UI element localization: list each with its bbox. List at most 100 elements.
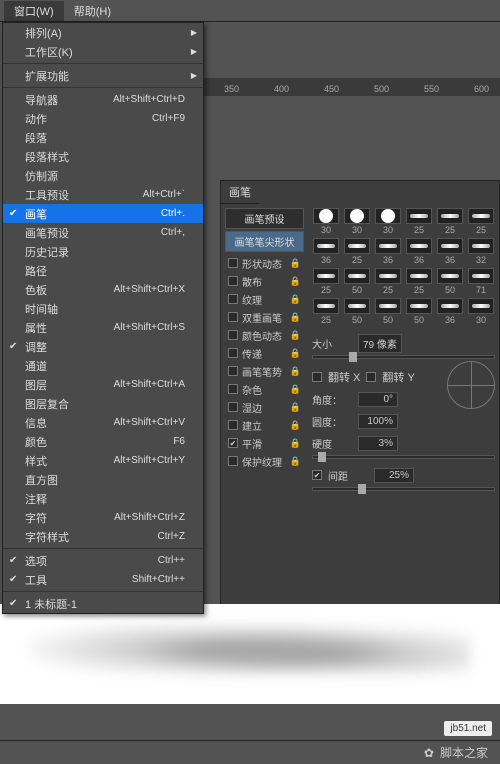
brush-tip-cell[interactable]: 30	[312, 208, 340, 235]
brush-tip-cell[interactable]: 71	[467, 268, 495, 295]
menu-char-styles[interactable]: 字符样式Ctrl+Z	[3, 527, 203, 546]
brush-tip-cell[interactable]: 25	[405, 268, 433, 295]
menu-tools[interactable]: ✔工具Shift+Ctrl++	[3, 570, 203, 589]
brush-tip-cell[interactable]: 36	[405, 238, 433, 265]
window-menu-dropdown: 排列(A)▶ 工作区(K)▶ 扩展功能▶ 导航器Alt+Shift+Ctrl+D…	[2, 22, 204, 614]
menu-timeline[interactable]: 时间轴	[3, 299, 203, 318]
brush-tip-cell[interactable]: 32	[467, 238, 495, 265]
roundness-label: 圆度：	[312, 414, 352, 429]
brush-tip-cell[interactable]: 30	[343, 208, 371, 235]
checkbox-icon[interactable]	[228, 294, 238, 304]
menu-color[interactable]: 颜色F6	[3, 432, 203, 451]
flip-x-checkbox[interactable]	[312, 372, 322, 382]
brush-tip-cell[interactable]: 25	[405, 208, 433, 235]
menu-notes[interactable]: 注释	[3, 489, 203, 508]
checkbox-icon[interactable]	[228, 456, 238, 466]
brush-tip-cell[interactable]: 25	[374, 268, 402, 295]
brush-tip-cell[interactable]: 36	[436, 238, 464, 265]
opt-dual-brush[interactable]: 双重画笔🔒	[225, 308, 304, 326]
opt-shape-dynamics[interactable]: 形状动态🔒	[225, 254, 304, 272]
roundness-input[interactable]: 100%	[358, 414, 398, 429]
brush-tip-shape-button[interactable]: 画笔笔尖形状	[225, 231, 304, 252]
menu-brush-presets[interactable]: 画笔预设Ctrl+,	[3, 223, 203, 242]
checkbox-icon[interactable]	[228, 312, 238, 322]
hardness-slider[interactable]	[312, 455, 495, 459]
menu-layers[interactable]: 图层Alt+Shift+Ctrl+A	[3, 375, 203, 394]
menu-styles[interactable]: 样式Alt+Shift+Ctrl+Y	[3, 451, 203, 470]
size-slider[interactable]	[312, 355, 495, 359]
brush-tip-cell[interactable]: 36	[374, 238, 402, 265]
opt-wet-edges[interactable]: 湿边🔒	[225, 398, 304, 416]
menu-swatches[interactable]: 色板Alt+Shift+Ctrl+X	[3, 280, 203, 299]
opt-transfer[interactable]: 传递🔒	[225, 344, 304, 362]
menu-window[interactable]: 窗口(W)	[4, 1, 64, 21]
menu-paths[interactable]: 路径	[3, 261, 203, 280]
brush-presets-button[interactable]: 画笔预设	[225, 208, 304, 229]
size-input[interactable]: 79 像素	[358, 334, 402, 353]
checkbox-icon[interactable]	[228, 276, 238, 286]
menu-workspace[interactable]: 工作区(K)▶	[3, 42, 203, 61]
checkbox-icon[interactable]	[228, 384, 238, 394]
brush-tip-cell[interactable]: 36	[312, 238, 340, 265]
checkbox-icon[interactable]	[228, 330, 238, 340]
brush-tip-cell[interactable]: 25	[467, 208, 495, 235]
menu-history[interactable]: 历史记录	[3, 242, 203, 261]
menu-channels[interactable]: 通道	[3, 356, 203, 375]
brush-tip-cell[interactable]: 25	[312, 268, 340, 295]
brush-tip-cell[interactable]: 30	[374, 208, 402, 235]
opt-color-dynamics[interactable]: 颜色动态🔒	[225, 326, 304, 344]
brush-tip-cell[interactable]: 25	[436, 208, 464, 235]
opt-brush-pose[interactable]: 画笔笔势🔒	[225, 362, 304, 380]
checkbox-icon[interactable]: ✔	[228, 438, 238, 448]
menu-paragraph[interactable]: 段落	[3, 128, 203, 147]
menu-properties[interactable]: 属性Alt+Shift+Ctrl+S	[3, 318, 203, 337]
angle-input[interactable]: 0°	[358, 392, 398, 407]
menu-doc1[interactable]: ✔1 未标题-1	[3, 594, 203, 613]
menu-help[interactable]: 帮助(H)	[64, 1, 121, 21]
submenu-arrow-icon: ▶	[191, 47, 197, 56]
checkbox-icon[interactable]	[228, 420, 238, 430]
spacing-label: 间距	[328, 468, 368, 483]
brush-tip-cell[interactable]: 36	[436, 298, 464, 325]
brush-tip-cell[interactable]: 25	[312, 298, 340, 325]
flip-y-checkbox[interactable]	[366, 372, 376, 382]
opt-noise[interactable]: 杂色🔒	[225, 380, 304, 398]
opt-buildup[interactable]: 建立🔒	[225, 416, 304, 434]
menu-layer-comps[interactable]: 图层复合	[3, 394, 203, 413]
spacing-slider[interactable]	[312, 487, 495, 491]
brush-tip-cell[interactable]: 50	[343, 298, 371, 325]
menu-info[interactable]: 信息Alt+Shift+Ctrl+V	[3, 413, 203, 432]
menu-character[interactable]: 字符Alt+Shift+Ctrl+Z	[3, 508, 203, 527]
menu-adjustments[interactable]: ✔调整	[3, 337, 203, 356]
brush-tip-cell[interactable]: 50	[343, 268, 371, 295]
opt-scatter[interactable]: 散布🔒	[225, 272, 304, 290]
menu-histogram[interactable]: 直方图	[3, 470, 203, 489]
checkbox-icon[interactable]	[228, 348, 238, 358]
opt-protect-texture[interactable]: 保护纹理🔒	[225, 452, 304, 470]
menu-options[interactable]: ✔选项Ctrl++	[3, 551, 203, 570]
opt-texture[interactable]: 纹理🔒	[225, 290, 304, 308]
brush-tip-cell[interactable]: 25	[343, 238, 371, 265]
menu-extensions[interactable]: 扩展功能▶	[3, 66, 203, 85]
brush-tip-cell[interactable]: 50	[374, 298, 402, 325]
menu-clone-source[interactable]: 仿制源	[3, 166, 203, 185]
menu-arrange[interactable]: 排列(A)▶	[3, 23, 203, 42]
opt-smoothing[interactable]: ✔平滑🔒	[225, 434, 304, 452]
checkbox-icon[interactable]	[228, 258, 238, 268]
menu-navigator[interactable]: 导航器Alt+Shift+Ctrl+D	[3, 90, 203, 109]
menu-brush[interactable]: ✔画笔Ctrl+.	[3, 204, 203, 223]
angle-widget[interactable]	[447, 361, 495, 409]
spacing-checkbox[interactable]: ✔	[312, 470, 322, 480]
lock-icon: 🔒	[290, 402, 301, 413]
brush-tip-cell[interactable]: 50	[405, 298, 433, 325]
spacing-input[interactable]: 25%	[374, 468, 414, 483]
hardness-input[interactable]: 3%	[358, 436, 398, 451]
brush-tip-cell[interactable]: 50	[436, 268, 464, 295]
checkbox-icon[interactable]	[228, 402, 238, 412]
menu-actions[interactable]: 动作Ctrl+F9	[3, 109, 203, 128]
checkbox-icon[interactable]	[228, 366, 238, 376]
menu-tool-presets[interactable]: 工具预设Alt+Ctrl+`	[3, 185, 203, 204]
brush-tip-cell[interactable]: 30	[467, 298, 495, 325]
menu-paragraph-styles[interactable]: 段落样式	[3, 147, 203, 166]
panel-tab-brush[interactable]: 画笔	[221, 181, 259, 204]
